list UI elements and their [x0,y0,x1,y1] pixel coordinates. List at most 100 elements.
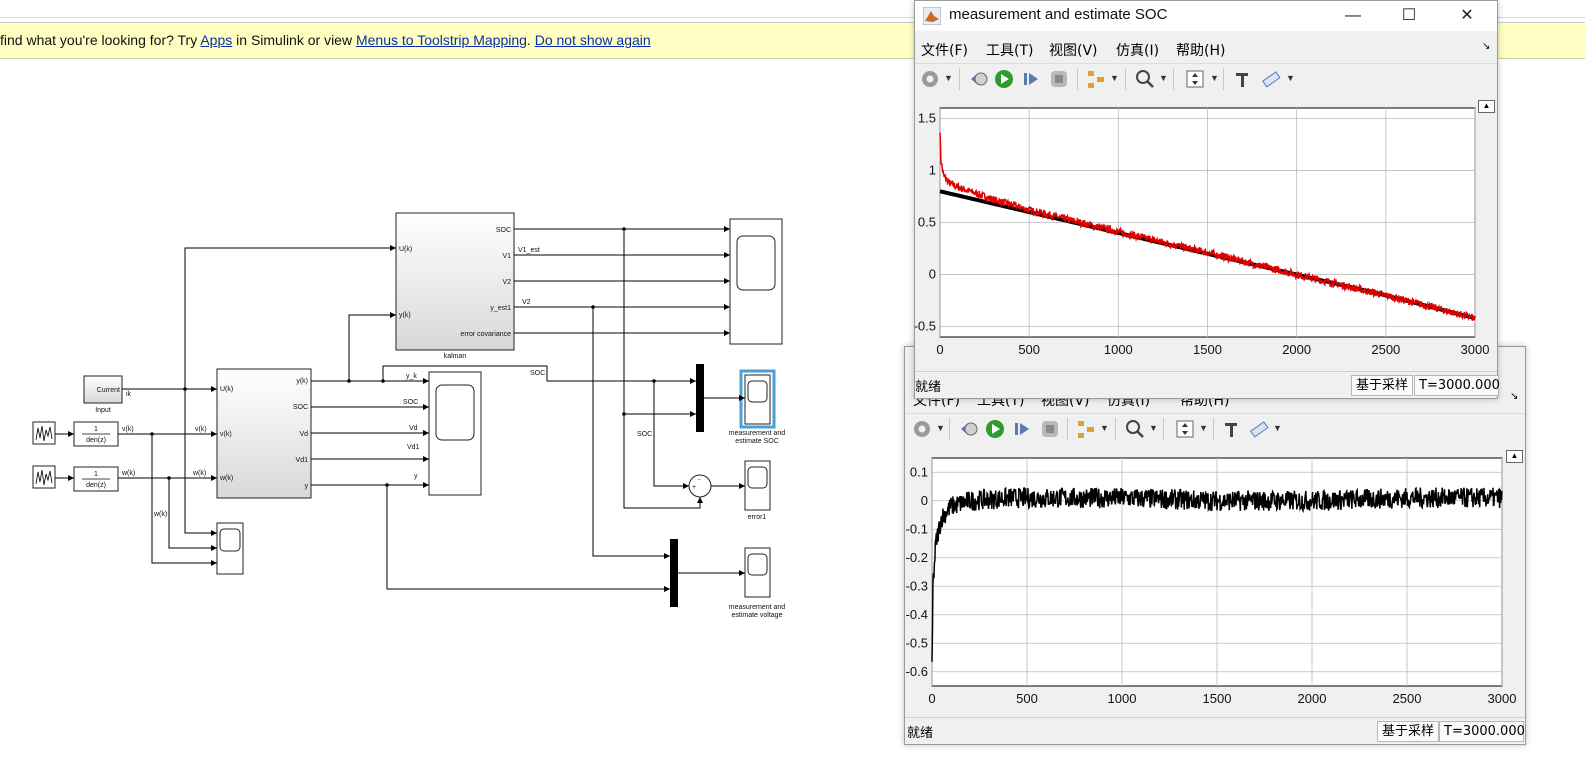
y-tick-label: 1 [929,162,936,177]
window-title: measurement and estimate SOC [949,6,1168,23]
y-tick-label: 0 [929,267,936,282]
step-forward-icon[interactable] [1011,418,1033,440]
svg-text:U(k): U(k) [220,386,233,393]
scope-measurement-estimate-soc-block[interactable]: measurement and estimate SOC [729,369,786,445]
scope-window-soc[interactable]: measurement and estimate SOC — ☐ ✕ 文件(F)… [914,0,1500,399]
random-source-v-block[interactable] [32,421,56,445]
y-tick-label: -0.5 [906,635,928,650]
y-tick-label: -0.3 [906,578,928,593]
current-input-block[interactable]: Current Input [83,375,123,414]
svg-text:SOC: SOC [530,370,545,377]
x-tick-label: 0 [936,342,943,357]
tf-v-num: 1 [94,426,98,433]
svg-text:measurement and: measurement and [729,604,786,611]
step-forward-icon[interactable] [1020,68,1042,90]
x-tick-label: 2500 [1393,691,1422,706]
toolbar: ▼ ▼ ▼ ▼ ▼ [905,413,1525,445]
random-source-w-block[interactable] [32,465,56,489]
scope-error1-block[interactable]: error1 [744,460,771,521]
svg-text:v(k): v(k) [220,431,232,438]
menu-tools[interactable]: 工具(T) [986,40,1033,60]
x-tick-label: 1000 [1104,342,1133,357]
svg-text:measurement and: measurement and [729,430,786,437]
minimize-icon[interactable]: — [1330,1,1376,31]
highlight-icon[interactable] [1248,418,1270,440]
autoscale-icon[interactable] [1174,418,1196,440]
battery-plant-subsystem[interactable]: U(k) v(k) w(k) y(k) SOC Vd Vd1 y [216,368,312,499]
dock-icon[interactable]: ↘ [1510,391,1518,402]
transfer-fcn-v-block[interactable]: 1 den(z) [73,421,119,447]
mux-soc[interactable] [696,364,704,432]
signal-selector-icon[interactable] [1085,68,1107,90]
title-bar[interactable]: measurement and estimate SOC — ☐ ✕ [915,1,1497,31]
x-tick-label: 1500 [1193,342,1222,357]
transfer-fcn-w-block[interactable]: 1 den(z) [73,466,119,492]
svg-text:Vd: Vd [299,431,308,438]
svg-text:error1: error1 [748,514,767,521]
apps-link[interactable]: Apps [200,32,232,48]
x-tick-label: 3000 [1461,342,1490,357]
sum-block[interactable]: + - [688,474,712,498]
error-plot-area[interactable]: ▲ 0 500 1000 1500 2000 2500 3000 0.1 0 -0.1 -0.2 -0… [905,444,1525,716]
cursor-measure-icon[interactable] [1232,68,1254,90]
y-tick-label: 1.5 [918,110,936,125]
matlab-icon [923,7,941,25]
kalman-subsystem[interactable]: U(k) y(k) SOC V1 V2 y_est1 error covaria… [395,212,515,360]
run-icon[interactable] [984,418,1006,440]
x-tick-label: 3000 [1488,691,1517,706]
autoscale-icon[interactable] [1184,68,1206,90]
status-bar: 就绪 基于采样 T=3000.000 [915,371,1500,398]
dock-icon[interactable]: ↘ [1482,41,1490,52]
stop-icon[interactable] [1039,418,1061,440]
zoom-icon[interactable] [1124,418,1146,440]
scope-window-error[interactable]: ✕ 文件(F) 工具(T) 视图(V) 仿真(I) 帮助(H) ↘ ▼ ▼ ▼ … [904,346,1526,745]
soc-plot-area[interactable]: ▲ 0 500 1000 1500 2000 2500 3000 -0.5 0 0.5 1 1.5 [914,94,1497,370]
tf-w-den: den(z) [86,482,106,489]
zoom-icon[interactable] [1134,68,1156,90]
cursor-measure-icon[interactable] [1221,418,1243,440]
y-tick-label: -0.6 [906,664,928,679]
svg-text:SOC: SOC [637,431,652,438]
soc-chart: 0 500 1000 1500 2000 2500 3000-0.500.511.5 [914,107,1490,357]
kalman-scope-block[interactable] [729,218,783,345]
svg-text:estimate SOC: estimate SOC [735,438,779,445]
stop-icon[interactable] [1048,68,1070,90]
toolbar: ▼ ▼ ▼ ▼ ▼ [915,63,1497,95]
svg-text:estimate voltage: estimate voltage [732,612,783,619]
signal-selector-icon[interactable] [1075,418,1097,440]
svg-text:V2: V2 [502,279,511,286]
plant-scope-block[interactable] [428,371,482,496]
x-tick-label: 0 [928,691,935,706]
kalman-label: kalman [444,353,467,360]
do-not-show-again-link[interactable]: Do not show again [535,32,651,48]
step-back-icon[interactable] [957,418,979,440]
highlight-icon[interactable] [1260,68,1282,90]
settings-icon[interactable] [911,418,933,440]
svg-text:y_est1: y_est1 [490,305,511,312]
expand-icon[interactable]: ▲ [1478,100,1495,113]
menu-view[interactable]: 视图(V) [1049,40,1098,60]
svg-text:Vd1: Vd1 [296,457,309,464]
menu-simulation[interactable]: 仿真(I) [1116,40,1159,60]
menu-help[interactable]: 帮助(H) [1176,40,1225,60]
svg-text:SOC: SOC [403,399,418,406]
scope-measurement-estimate-voltage-block[interactable]: measurement and estimate voltage [729,547,786,619]
svg-text:SOC: SOC [293,404,308,411]
maximize-icon[interactable]: ☐ [1386,1,1432,31]
svg-text:w(k): w(k) [219,475,233,482]
svg-text:v(k): v(k) [195,426,207,433]
settings-icon[interactable] [919,68,941,90]
menu-file[interactable]: 文件(F) [921,40,968,60]
close-icon[interactable]: ✕ [1444,1,1490,31]
notification-middle: in Simulink or view [232,32,356,48]
mux-voltage[interactable] [670,539,678,607]
simulink-canvas[interactable]: 1 den(z) 1 den(z) Current Input ik U(k) … [0,59,905,766]
x-tick-label: 1500 [1203,691,1232,706]
y-tick-label: -0.1 [906,521,928,536]
menus-toolstrip-link[interactable]: Menus to Toolstrip Mapping [356,32,527,48]
step-back-icon[interactable] [967,68,989,90]
expand-icon[interactable]: ▲ [1506,450,1523,463]
run-icon[interactable] [993,68,1015,90]
scope-noise-block[interactable] [216,522,244,575]
y-tick-label: -0.4 [906,607,928,622]
